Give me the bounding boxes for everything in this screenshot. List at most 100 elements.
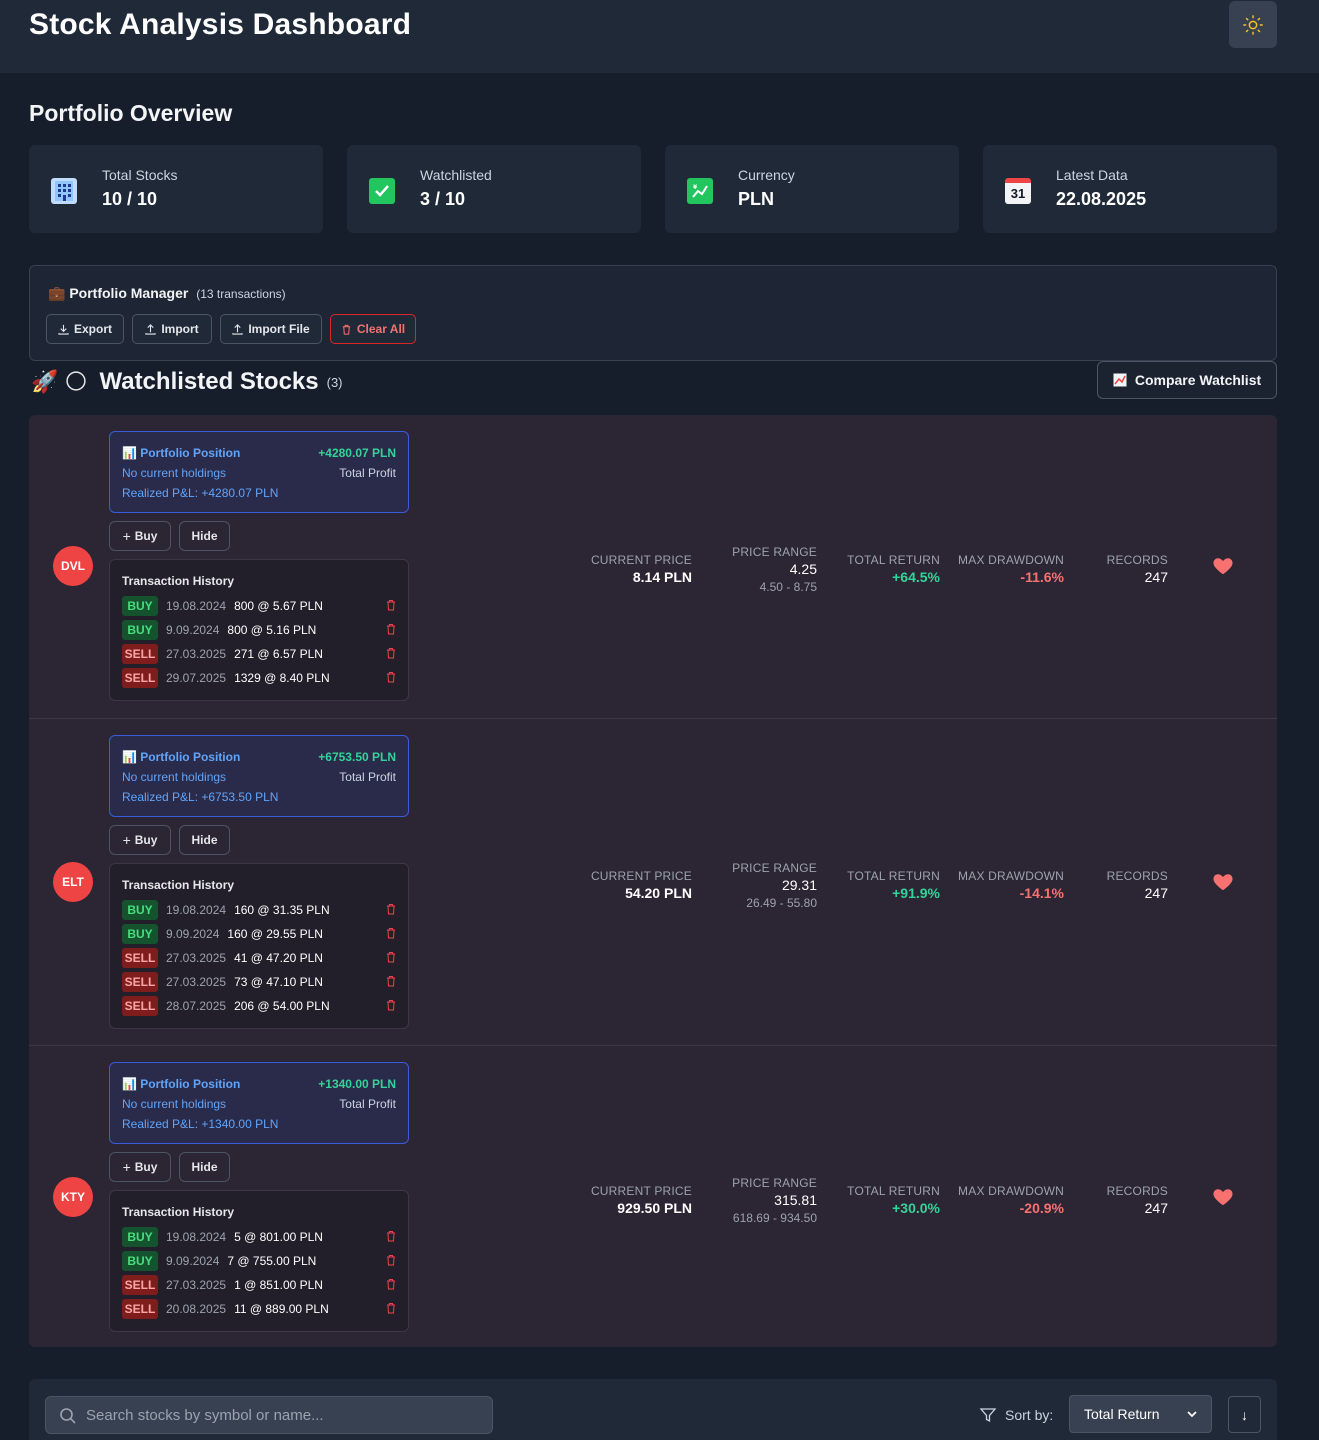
- rocket-moon-icon: 🚀 🌕: [31, 369, 88, 394]
- metric-label: CURRENT PRICE: [590, 869, 692, 883]
- total-return-metric: TOTAL RETURN +91.9%: [839, 869, 940, 901]
- trash-icon[interactable]: [386, 623, 396, 635]
- filter-icon: [979, 1408, 997, 1423]
- buy-button[interactable]: + Buy: [109, 825, 171, 855]
- transaction-detail: 206 @ 54.00 PLN: [234, 999, 330, 1013]
- stock-row: DVL 📊 Portfolio Position No current hold…: [29, 415, 1277, 718]
- import-file-button[interactable]: Import File: [220, 314, 322, 344]
- buy-button[interactable]: + Buy: [109, 521, 171, 551]
- portfolio-position-box: 📊 Portfolio Position No current holdings…: [109, 735, 409, 817]
- portfolio-manager-title: 💼 Portfolio Manager (13 transactions): [48, 285, 286, 302]
- stat-card-total-stocks: Total Stocks 10 / 10: [29, 145, 323, 233]
- transaction-history: Transaction History BUY 19.08.2024 160 @…: [109, 863, 409, 1029]
- price-range-value: 29.31: [781, 877, 817, 893]
- trash-icon[interactable]: [386, 999, 396, 1011]
- stock-avatar: DVL: [53, 546, 93, 586]
- import-file-label: Import File: [248, 322, 310, 336]
- stat-value: PLN: [738, 189, 774, 209]
- hide-button[interactable]: Hide: [179, 521, 230, 551]
- current-price-value: 8.14 PLN: [632, 569, 692, 585]
- transaction-date: 27.03.2025: [166, 1278, 227, 1292]
- stat-label: Currency: [738, 167, 795, 183]
- realized-pnl: Realized P&L: +4280.07 PLN: [122, 486, 279, 500]
- metric-label: TOTAL RETURN: [847, 553, 940, 567]
- price-range-sub: 618.69 - 934.50: [732, 1211, 817, 1225]
- stat-card-watchlisted: Watchlisted 3 / 10: [347, 145, 641, 233]
- trash-icon[interactable]: [386, 903, 396, 915]
- records-value: 247: [1144, 569, 1168, 585]
- search-input[interactable]: [86, 1397, 486, 1433]
- stock-avatar: ELT: [53, 862, 93, 902]
- price-range-sub: 4.50 - 8.75: [759, 580, 817, 594]
- filter-bar: Sort by: Total Return ↓: [29, 1379, 1277, 1440]
- price-range-metric: PRICE RANGE 315.81 618.69 - 934.50: [717, 1176, 817, 1225]
- chevron-down-icon: [1187, 1411, 1197, 1418]
- transaction-type-badge: BUY: [122, 924, 158, 944]
- trash-icon[interactable]: [386, 671, 396, 683]
- total-return-metric: TOTAL RETURN +30.0%: [839, 1184, 940, 1216]
- transaction-row: SELL 27.03.2025 271 @ 6.57 PLN: [122, 644, 398, 664]
- metric-label: RECORDS: [1106, 553, 1168, 567]
- heart-icon[interactable]: [1212, 555, 1234, 577]
- trash-icon[interactable]: [386, 599, 396, 611]
- transaction-type-badge: SELL: [122, 1299, 158, 1319]
- buy-button[interactable]: + Buy: [109, 1152, 171, 1182]
- position-title-label: Portfolio Position: [140, 750, 241, 764]
- metric-label: RECORDS: [1106, 869, 1168, 883]
- transaction-type-badge: BUY: [122, 620, 158, 640]
- trash-icon[interactable]: [386, 1278, 396, 1290]
- realized-pnl: Realized P&L: +6753.50 PLN: [122, 790, 279, 804]
- transaction-date: 19.08.2024: [166, 1230, 227, 1244]
- svg-text:¥: ¥: [693, 184, 698, 191]
- sort-label-group: Sort by:: [979, 1406, 1053, 1424]
- import-button[interactable]: Import: [132, 314, 212, 344]
- calendar-icon: 31: [1005, 178, 1031, 204]
- metric-label: CURRENT PRICE: [590, 553, 692, 567]
- sort-select[interactable]: Total Return: [1069, 1395, 1212, 1433]
- position-title: 📊 Portfolio Position: [122, 1077, 241, 1091]
- transaction-date: 19.08.2024: [166, 903, 227, 917]
- realized-pnl: Realized P&L: +1340.00 PLN: [122, 1117, 279, 1131]
- hide-button[interactable]: Hide: [179, 825, 230, 855]
- transaction-date: 19.08.2024: [166, 599, 227, 613]
- watchlist-title: Watchlisted Stocks: [99, 368, 319, 395]
- plus-icon: +: [122, 528, 131, 544]
- export-button[interactable]: Export: [46, 314, 124, 344]
- position-title-label: Portfolio Position: [140, 1077, 241, 1091]
- trash-icon[interactable]: [386, 647, 396, 659]
- metric-label: TOTAL RETURN: [847, 869, 940, 883]
- sort-direction-button[interactable]: ↓: [1228, 1396, 1261, 1433]
- total-profit-value: +4280.07 PLN: [318, 446, 396, 460]
- portfolio-position-box: 📊 Portfolio Position No current holdings…: [109, 431, 409, 513]
- heart-icon[interactable]: [1212, 1186, 1234, 1208]
- position-title: 📊 Portfolio Position: [122, 446, 241, 460]
- trash-icon[interactable]: [386, 927, 396, 939]
- theme-toggle-button[interactable]: [1229, 1, 1277, 48]
- price-range-sub: 26.49 - 55.80: [746, 896, 817, 910]
- max-drawdown-value: -11.6%: [1020, 569, 1064, 585]
- search-box: [45, 1396, 493, 1434]
- total-profit-value: +1340.00 PLN: [318, 1077, 396, 1091]
- transaction-detail: 800 @ 5.67 PLN: [234, 599, 323, 613]
- transaction-detail: 800 @ 5.16 PLN: [227, 623, 317, 637]
- no-holdings-text: No current holdings: [122, 466, 227, 480]
- trash-icon[interactable]: [386, 1230, 396, 1242]
- clear-all-button[interactable]: Clear All: [330, 314, 416, 344]
- transaction-detail: 41 @ 47.20 PLN: [234, 951, 323, 965]
- trash-icon[interactable]: [386, 951, 396, 963]
- stock-avatar: KTY: [53, 1177, 93, 1217]
- compare-watchlist-button[interactable]: Compare Watchlist: [1097, 361, 1277, 399]
- transaction-date: 20.08.2025: [166, 1302, 227, 1316]
- trash-icon[interactable]: [386, 1254, 396, 1266]
- buy-label: Buy: [134, 1160, 158, 1174]
- price-range-value: 4.25: [789, 561, 817, 577]
- transaction-detail: 11 @ 889.00 PLN: [234, 1302, 329, 1316]
- trash-icon[interactable]: [386, 1302, 396, 1314]
- buy-label: Buy: [134, 833, 158, 847]
- position-title: 📊 Portfolio Position: [122, 750, 241, 764]
- trash-icon[interactable]: [386, 975, 396, 987]
- transaction-detail: 5 @ 801.00 PLN: [234, 1230, 323, 1244]
- heart-icon[interactable]: [1212, 871, 1234, 893]
- calendar-icon-day: 31: [1010, 186, 1026, 201]
- hide-button[interactable]: Hide: [179, 1152, 230, 1182]
